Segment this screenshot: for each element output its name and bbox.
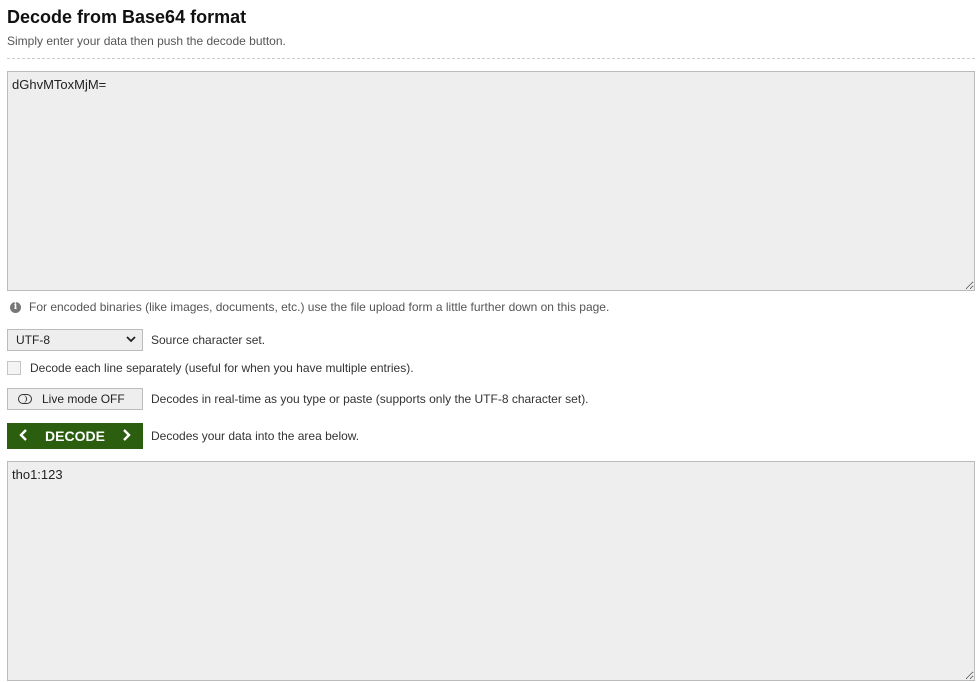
decode-page: Decode from Base64 format Simply enter y… bbox=[0, 0, 977, 682]
charset-row: UTF-8 Source character set. bbox=[7, 329, 265, 351]
line-option-row: Decode each line separately (useful for … bbox=[7, 361, 414, 375]
page-subtitle: Simply enter your data then push the dec… bbox=[7, 34, 286, 48]
live-mode-description: Decodes in real-time as you type or past… bbox=[151, 392, 589, 406]
header-divider bbox=[7, 58, 975, 59]
charset-select[interactable]: UTF-8 bbox=[7, 329, 143, 351]
decode-lines-checkbox[interactable] bbox=[7, 361, 21, 375]
charset-label: Source character set. bbox=[151, 333, 266, 347]
page-title: Decode from Base64 format bbox=[7, 7, 247, 27]
base64-input[interactable] bbox=[7, 71, 975, 291]
decode-button[interactable]: DECODE bbox=[7, 423, 143, 449]
toggle-off-icon bbox=[18, 394, 32, 404]
chevron-left-icon bbox=[19, 428, 28, 444]
decoded-output[interactable] bbox=[7, 461, 975, 681]
live-mode-button-label: Live mode OFF bbox=[42, 392, 125, 406]
file-upload-note-text: For encoded binaries (like images, docum… bbox=[29, 300, 610, 314]
decode-button-label: DECODE bbox=[45, 428, 105, 444]
decode-description: Decodes your data into the area below. bbox=[151, 429, 360, 443]
live-mode-button[interactable]: Live mode OFF bbox=[7, 388, 143, 410]
charset-selected-value: UTF-8 bbox=[16, 333, 50, 347]
chevron-down-icon bbox=[126, 335, 136, 346]
decode-row: DECODE Decodes your data into the area b… bbox=[7, 423, 359, 449]
file-upload-note: i For encoded binaries (like images, doc… bbox=[7, 300, 609, 314]
info-icon: i bbox=[10, 301, 21, 313]
decode-lines-label[interactable]: Decode each line separately (useful for … bbox=[30, 361, 414, 375]
live-mode-row: Live mode OFF Decodes in real-time as yo… bbox=[7, 388, 589, 410]
chevron-right-icon bbox=[122, 428, 131, 444]
